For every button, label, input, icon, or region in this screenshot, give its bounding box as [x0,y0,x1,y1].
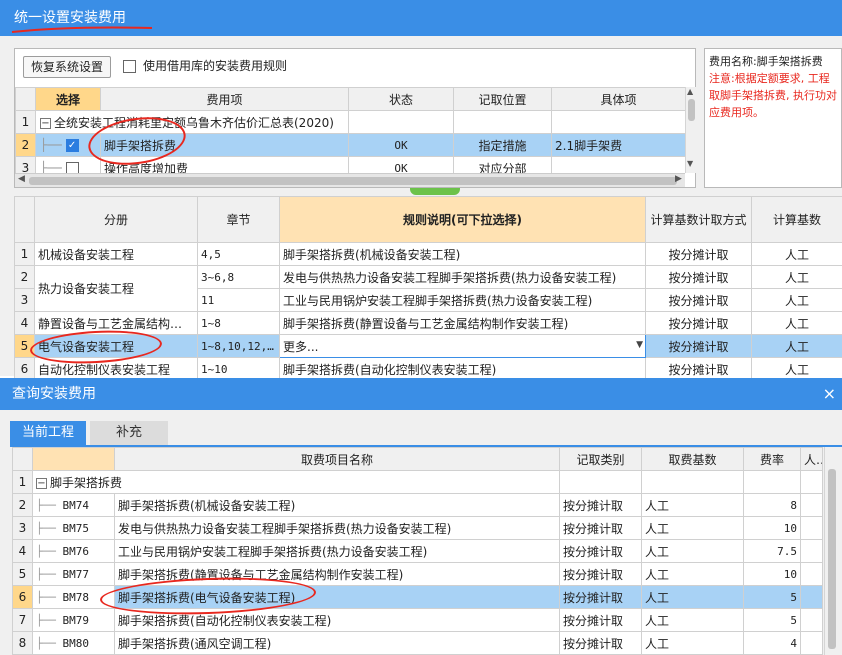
table-row[interactable]: 2 热力设备安装工程 3~6,8 发电与供热热力设备安装工程脚手架搭拆费(热力设… [14,265,842,312]
corner-cell [14,196,35,243]
rule-dropdown[interactable]: 更多... ▼ [279,334,646,358]
query-dialog-title-text: 查询安装费用 [12,386,96,402]
table-row[interactable]: 5 ├── BM77 脚手架搭拆费(静置设备与工艺金属结构制作安装工程) 按分摊… [12,562,823,586]
fee-item-cell: 脚手架搭拆费 [100,133,349,157]
use-borrowed-label: 使用借用库的安装费用规则 [143,59,288,73]
table-row[interactable]: 1 机械设备安装工程 4,5 脚手架搭拆费(机械设备安装工程) 按分摊计取 人工 [14,242,842,266]
tree-line-icon: ├── [40,138,62,152]
fee-item-box: 恢复系统设置 使用借用库的安装费用规则 选择 费用项 状态 记取位置 具体项 1… [14,48,696,188]
query-fee-grid: 取费项目名称 记取类别 取费基数 费率 人工 1 −脚手架搭拆费 2 ├── B… [12,447,823,655]
table-row-selected[interactable]: 5 电气设备安装工程 1~8,10,12,… 更多... ▼ 按分摊计取 人工 [14,334,842,358]
col-position[interactable]: 记取位置 [453,87,552,111]
table-row[interactable]: 8 ├── BM80 脚手架搭拆费(通风空调工程) 按分摊计取 人工 4 [12,631,823,655]
table-row[interactable]: 3 ├── BM75 发电与供热热力设备安装工程脚手架搭拆费(热力设备安装工程)… [12,516,823,540]
table-row[interactable]: 4 ├── BM76 工业与民用锅炉安装工程脚手架搭拆费(热力设备安装工程) 按… [12,539,823,563]
corner-cell [12,447,33,471]
panel-splitter-handle[interactable] [410,188,460,195]
table-row[interactable]: 4 静置设备与工艺金属结构… 1~8 脚手架搭拆费(静置设备与工艺金属结构制作安… [14,311,842,335]
use-borrowed-checkbox[interactable] [123,60,136,73]
table-row-selected[interactable]: 6 ├── BM78 脚手架搭拆费(电气设备安装工程) 按分摊计取 人工 5 [12,585,823,609]
table-row[interactable]: 1 − 脚手架搭拆费 [12,470,823,494]
table-row[interactable]: 7 ├── BM79 脚手架搭拆费(自动化控制仪表安装工程) 按分摊计取 人工 … [12,608,823,632]
query-dialog-title: 查询安装费用 × [0,378,842,410]
select-checkbox-checked[interactable]: ✓ [65,139,79,152]
tab-supplement[interactable]: 补充 [90,421,168,445]
tab-current-project[interactable]: 当前工程 [10,421,86,445]
fee-note-text: 注意:根据定额要求, 工程取脚手架搭拆费, 执行功对应费用项。 [709,72,837,119]
rule-grid: 分册 章节 规则说明(可下拉选择) 计算基数计取方式 计算基数 1 机械设备安装… [14,196,842,381]
fee-name-text: 费用名称:脚手架搭拆费 [709,55,823,68]
col-fee-item[interactable]: 费用项 [100,87,349,111]
scroll-down-icon[interactable]: ▼ [687,159,693,168]
close-icon[interactable]: × [823,378,836,410]
col-chapter[interactable]: 章节 [197,196,280,243]
col-volume[interactable]: 分册 [34,196,198,243]
dialog-vertical-scrollbar[interactable] [824,447,838,655]
table-row[interactable]: 1 − 全统安装工程消耗里定额乌鲁木齐估价汇总表(2020) [15,110,686,134]
corner-cell [15,87,36,111]
col-detail[interactable]: 具体项 [551,87,686,111]
col-status[interactable]: 状态 [348,87,454,111]
col-fee-rate[interactable]: 费率 [743,447,801,471]
horizontal-scrollbar[interactable]: ◀ ▶ [15,173,685,187]
fee-info-box: 费用名称:脚手架搭拆费 注意:根据定额要求, 工程取脚手架搭拆费, 执行功对应费… [704,48,842,188]
collapse-icon[interactable]: − [40,117,51,129]
restore-default-button[interactable]: 恢复系统设置 [23,56,111,78]
scroll-left-icon[interactable]: ◀ [18,174,25,184]
col-calc-base[interactable]: 计算基数 [751,196,842,243]
scroll-thumb[interactable] [29,177,677,185]
collapse-icon[interactable]: − [36,477,47,489]
col-rule[interactable]: 规则说明(可下拉选择) [279,196,646,243]
fee-item-grid: 选择 费用项 状态 记取位置 具体项 1 − 全统安装工程消耗里定额乌鲁木齐估价汇… [15,87,686,180]
col-calc-method[interactable]: 计算基数计取方式 [645,196,752,243]
col-fee-base[interactable]: 取费基数 [641,447,744,471]
title-underline-annotation [11,26,153,33]
col-fee-type[interactable]: 记取类别 [559,447,642,471]
table-row-selected[interactable]: 2 ├── ✓ 脚手架搭拆费 OK 指定措施 2.1脚手架费 [15,133,686,157]
table-row[interactable]: 2 ├── BM74 脚手架搭拆费(机械设备安装工程) 按分摊计取 人工 8 [12,493,823,517]
dropdown-arrow-icon[interactable]: ▼ [636,340,643,350]
vertical-scrollbar[interactable]: ▲ ▼ [685,87,696,173]
scroll-up-icon[interactable]: ▲ [687,87,693,96]
scroll-right-icon[interactable]: ▶ [675,174,682,184]
col-fee-name[interactable]: 取费项目名称 [114,447,560,471]
col-labor[interactable]: 人工 [800,447,823,471]
col-select[interactable]: 选择 [35,87,101,111]
